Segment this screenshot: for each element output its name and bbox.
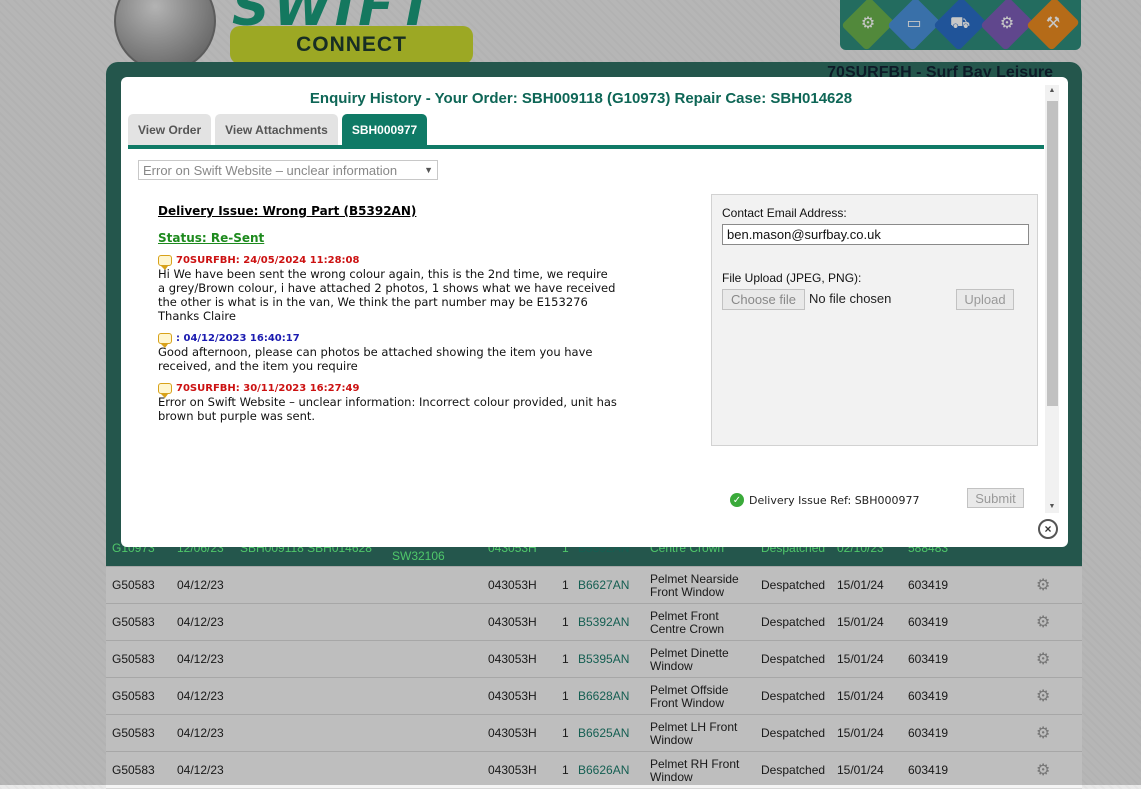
scroll-down-arrow-icon[interactable]: ▼ [1045,501,1059,513]
choose-file-button[interactable]: Choose file [722,289,805,310]
contact-email-input[interactable]: ben.mason@surfbay.co.uk [722,224,1029,245]
scroll-up-arrow-icon[interactable]: ▲ [1045,85,1059,97]
tab-divider [128,145,1044,149]
message-item: 70SURFBH: 30/11/2023 16:27:49 Error on S… [158,383,618,423]
submit-button[interactable]: Submit [967,488,1024,508]
thread-title: Delivery Issue: Wrong Part (B5392AN) [158,204,417,218]
message-header: : 04/12/2023 16:40:17 [158,333,618,348]
message-thread: Delivery Issue: Wrong Part (B5392AN) Sta… [158,204,618,423]
file-status-text: No file chosen [809,291,892,306]
message-item: : 04/12/2023 16:40:17 Good afternoon, pl… [158,333,618,373]
category-select-value: Error on Swift Website – unclear informa… [143,162,398,178]
reply-panel: Contact Email Address: ben.mason@surfbay… [711,194,1038,446]
check-circle-icon: ✓ [730,493,744,507]
message-author-time: 70SURFBH: 24/05/2024 11:28:08 [176,255,360,266]
speech-bubble-icon [158,333,172,348]
upload-button[interactable]: Upload [956,289,1014,310]
tab-view-attachments[interactable]: View Attachments [215,114,338,146]
message-author-time: 70SURFBH: 30/11/2023 16:27:49 [176,383,360,394]
message-author-time: : 04/12/2023 16:40:17 [176,333,300,344]
issue-reference-text: Delivery Issue Ref: SBH000977 [749,493,920,507]
modal-title: Enquiry History - Your Order: SBH009118 … [309,90,853,107]
tab-view-order[interactable]: View Order [128,114,212,146]
tab-bar: View Order View Attachments SBH000977 [128,114,428,146]
message-header: 70SURFBH: 24/05/2024 11:28:08 [158,255,618,270]
message-body: Good afternoon, please can photos be att… [158,345,593,373]
speech-bubble-icon [158,255,172,270]
message-item: 70SURFBH: 24/05/2024 11:28:08 Hi We have… [158,255,618,323]
message-body: Error on Swift Website – unclear informa… [158,395,617,423]
contact-email-label: Contact Email Address: [722,206,847,220]
modal-scrollbar[interactable]: ▲ ▼ [1045,85,1059,513]
close-icon[interactable]: × [1038,519,1058,539]
message-body: Hi We have been sent the wrong colour ag… [158,267,616,323]
category-select[interactable]: Error on Swift Website – unclear informa… [138,160,438,180]
enquiry-history-modal: Enquiry History - Your Order: SBH009118 … [121,77,1068,547]
speech-bubble-icon [158,383,172,398]
scroll-thumb[interactable] [1047,101,1058,406]
thread-status: Status: Re-Sent [158,231,265,245]
chevron-down-icon: ▼ [424,165,433,175]
message-header: 70SURFBH: 30/11/2023 16:27:49 [158,383,618,398]
file-upload-label: File Upload (JPEG, PNG): [722,271,862,285]
issue-reference: ✓ Delivery Issue Ref: SBH000977 [730,493,920,507]
tab-enquiry-sbh000977[interactable]: SBH000977 [341,114,428,146]
